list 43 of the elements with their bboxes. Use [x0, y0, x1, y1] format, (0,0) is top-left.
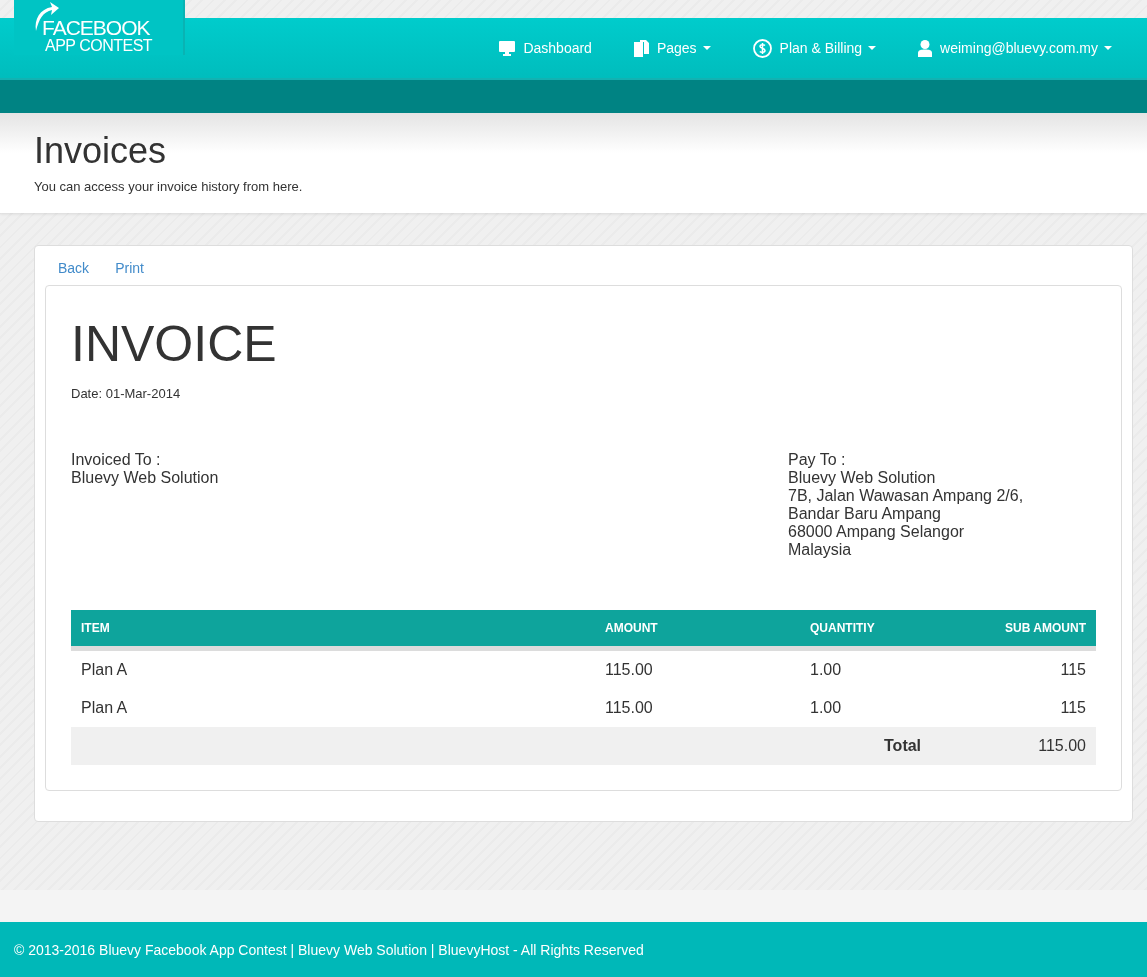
nav-link[interactable]: Plan & Billing: [752, 38, 877, 58]
action-link[interactable]: Back: [58, 260, 90, 276]
dollar-icon: [752, 38, 772, 58]
invoice-date: Date: 01-Mar-2014: [71, 386, 182, 401]
caret-icon: [868, 46, 877, 50]
address-line: Malaysia: [788, 541, 853, 559]
nav-link[interactable]: Dashboard: [499, 38, 592, 58]
table-cell: 115: [935, 648, 1096, 689]
address-line: Bluevy Web Solution: [71, 469, 219, 487]
table-cell: 115: [935, 689, 1096, 727]
caret-icon: [1104, 46, 1112, 50]
invoiced-to-label: Invoiced To :: [71, 451, 162, 469]
documents-icon: [633, 39, 649, 57]
table-cell: 115.00: [595, 648, 800, 689]
pay-to-label: Pay To :: [788, 451, 847, 469]
table-cell: 1.00: [800, 648, 936, 689]
page-subtitle: You can access your invoice history from here.: [34, 179, 304, 194]
total-label: Total: [800, 727, 936, 765]
user-icon: [918, 39, 933, 57]
action-link[interactable]: Print: [115, 260, 144, 276]
address-line: 68000 Ampang Selangor: [788, 523, 966, 541]
table-cell: Plan A: [71, 648, 595, 689]
page-title: Invoices: [34, 131, 168, 171]
column-header: ITEM: [71, 610, 595, 649]
address-line: 7B, Jalan Wawasan Ampang 2/6,: [788, 487, 1025, 505]
table-cell: 115.00: [595, 689, 800, 727]
monitor-icon: [499, 40, 516, 56]
invoice-title: INVOICE: [71, 316, 278, 372]
address-line: Bandar Baru Ampang: [788, 505, 942, 523]
address-line: Bluevy Web Solution: [788, 469, 937, 487]
logo-text: FACEBOOK: [42, 18, 151, 38]
total-value: 115.00: [935, 727, 1096, 765]
column-header: QUANTITIY: [800, 610, 936, 649]
copyright-text: © 2013-2016 Bluevy Facebook App Contest | Bluevy Web Solution | BluevyHost - All Rights Reserved: [14, 941, 644, 958]
column-header: SUB AMOUNT: [935, 610, 1096, 649]
table-cell: 1.00: [800, 689, 936, 727]
nav-link[interactable]: weiming@bluevy.com.my: [918, 38, 1112, 58]
table-cell: Plan A: [71, 689, 595, 727]
logo[interactable]: FACEBOOK APP CONTEST: [14, 0, 185, 55]
logo-text: APP CONTEST: [44, 37, 153, 54]
nav-link[interactable]: Pages: [633, 38, 711, 58]
column-header: AMOUNT: [595, 610, 800, 649]
caret-icon: [702, 46, 711, 50]
